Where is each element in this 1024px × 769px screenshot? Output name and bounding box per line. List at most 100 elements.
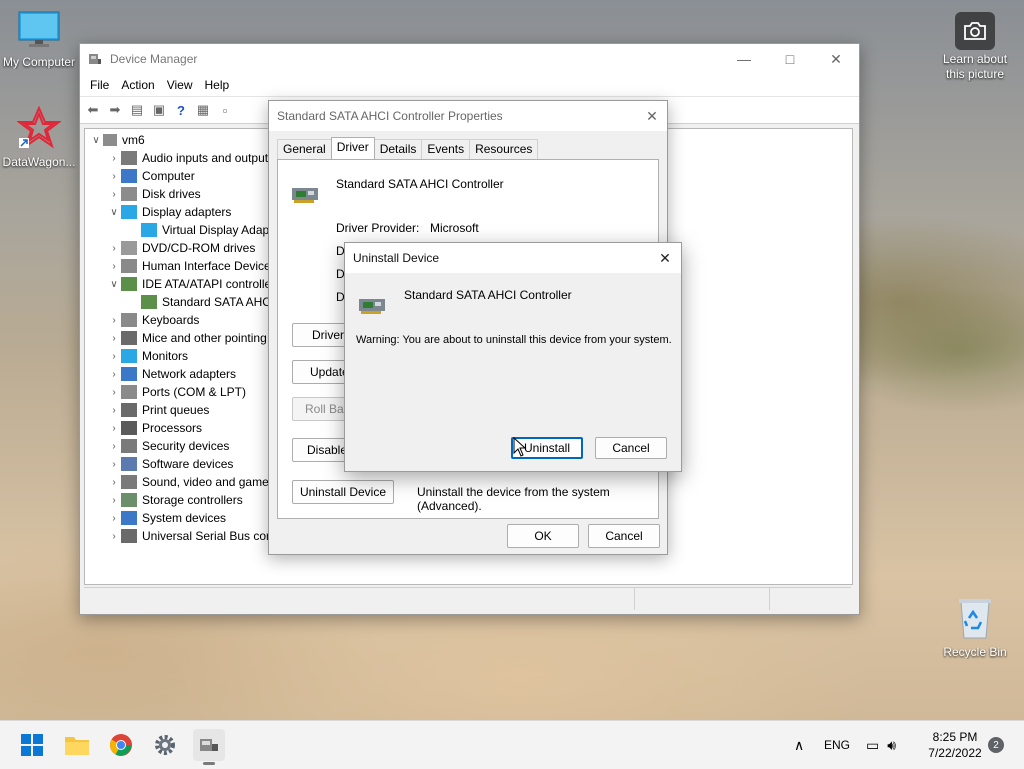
chevron-right-icon[interactable]: › (107, 351, 121, 362)
forward-arrow-icon[interactable]: ➡ (106, 101, 124, 119)
chevron-right-icon[interactable]: › (107, 315, 121, 326)
tab-general[interactable]: General (277, 139, 332, 160)
clock[interactable]: 8:25 PM 7/22/2022 (922, 721, 988, 769)
device-manager-icon (200, 739, 218, 751)
chevron-right-icon[interactable]: › (107, 459, 121, 470)
active-indicator (203, 762, 215, 765)
start-button[interactable] (16, 729, 48, 761)
tree-item[interactable]: › Human Interface Devices (107, 257, 277, 275)
menu-file[interactable]: File (84, 78, 115, 92)
tree-item[interactable]: › Storage controllers (107, 491, 243, 509)
folder-icon (65, 737, 89, 755)
tree-item[interactable]: › Ports (COM & LPT) (107, 383, 246, 401)
chevron-right-icon[interactable]: › (107, 441, 121, 452)
back-arrow-icon[interactable]: ⬅ (84, 101, 102, 119)
chevron-right-icon[interactable]: › (107, 531, 121, 542)
desktop-icon-recycle-bin[interactable]: Recycle Bin (936, 596, 1014, 659)
close-button[interactable]: ✕ (637, 101, 667, 131)
chevron-right-icon[interactable]: › (107, 387, 121, 398)
chevron-right-icon[interactable]: › (107, 369, 121, 380)
cancel-button[interactable]: Cancel (588, 524, 660, 548)
minimize-button[interactable]: — (721, 44, 767, 74)
chevron-right-icon[interactable]: › (107, 333, 121, 344)
tree-item[interactable]: › Software devices (107, 455, 233, 473)
tree-item[interactable]: › Disk drives (107, 185, 201, 203)
tree-item[interactable]: › DVD/CD-ROM drives (107, 239, 255, 257)
tree-item[interactable]: › Network adapters (107, 365, 236, 383)
cancel-button[interactable]: Cancel (595, 437, 667, 459)
tree-item[interactable]: › Print queues (107, 401, 209, 419)
show-hide-console-icon[interactable]: ▣ (150, 101, 168, 119)
tree-item[interactable]: › Processors (107, 419, 202, 437)
device-manager-titlebar[interactable]: Device Manager — □ ✕ (80, 44, 859, 74)
tab-driver[interactable]: Driver (330, 137, 375, 160)
chevron-down-icon[interactable]: ∨ (107, 279, 121, 290)
system-tray-icons[interactable]: ▭ 🔊︎ (866, 721, 896, 769)
windows-logo-icon (21, 734, 43, 756)
chevron-down-icon[interactable]: ∨ (107, 207, 121, 218)
tree-item[interactable]: › System devices (107, 509, 226, 527)
tab-events[interactable]: Events (421, 139, 471, 160)
tree-item-label: Ports (COM & LPT) (142, 385, 247, 399)
learn-about-label: Learn about this picture (942, 52, 1008, 81)
tree-item[interactable]: › Security devices (107, 437, 229, 455)
menu-action[interactable]: Action (115, 78, 160, 92)
tree-item-label: Print queues (142, 403, 210, 417)
tree-root[interactable]: ∨ vm6 (89, 131, 144, 149)
chevron-right-icon[interactable]: › (107, 477, 121, 488)
input-language[interactable]: ENG (824, 721, 850, 769)
tree-item-label: Computer (142, 169, 195, 183)
tab-details[interactable]: Details (373, 139, 423, 160)
status-bar (84, 587, 851, 610)
chevron-right-icon[interactable]: › (107, 189, 121, 200)
tree-item[interactable]: › Keyboards (107, 311, 199, 329)
chevron-right-icon[interactable]: › (107, 153, 121, 164)
device-manager-taskbar-button[interactable] (193, 729, 225, 765)
tree-item[interactable]: › Monitors (107, 347, 188, 365)
show-hidden-icons-button[interactable]: ∧ (794, 721, 804, 769)
learn-about-picture[interactable]: Learn about this picture (934, 12, 1016, 82)
chevron-right-icon[interactable]: › (107, 243, 121, 254)
computer-icon[interactable]: ▫ (216, 101, 234, 119)
file-explorer-button[interactable] (61, 729, 93, 761)
tree-item[interactable]: ∨ Display adapters (107, 203, 231, 221)
chevron-right-icon[interactable]: › (107, 171, 121, 182)
properties-titlebar[interactable]: Standard SATA AHCI Controller Properties… (269, 101, 667, 131)
controller-card-icon (359, 299, 385, 314)
uninstall-titlebar[interactable]: Uninstall Device ✕ (345, 243, 681, 273)
tree-item[interactable]: Virtual Display Adapter (127, 221, 283, 239)
chevron-right-icon[interactable]: › (107, 405, 121, 416)
device-category-icon (121, 457, 137, 471)
menu-help[interactable]: Help (199, 78, 236, 92)
close-button[interactable]: ✕ (813, 44, 859, 74)
computer-icon (103, 134, 117, 146)
chevron-right-icon[interactable]: › (107, 261, 121, 272)
network-icon: ▭ (866, 736, 880, 753)
uninstall-device-button[interactable]: Uninstall Device (292, 480, 394, 504)
tree-item-label: IDE ATA/ATAPI controllers (142, 277, 282, 291)
maximize-button[interactable]: □ (767, 44, 813, 74)
settings-button[interactable] (149, 729, 181, 761)
chevron-right-icon[interactable]: › (107, 423, 121, 434)
tab-resources[interactable]: Resources (469, 139, 539, 160)
notification-badge[interactable]: 2 (988, 737, 1004, 753)
chevron-down-icon[interactable]: ∨ (89, 135, 103, 146)
desktop-icon-datawagon[interactable]: DataWagon... (0, 105, 78, 169)
chevron-right-icon[interactable]: › (107, 495, 121, 506)
scan-hardware-icon[interactable]: ▦ (194, 101, 212, 119)
help-icon[interactable]: ? (172, 101, 190, 119)
device-category-icon (121, 439, 137, 453)
desktop-icon-label: Recycle Bin (943, 645, 1007, 659)
chrome-button[interactable] (105, 729, 137, 761)
tree-item[interactable]: › Audio inputs and outputs (107, 149, 274, 167)
properties-sheet-icon[interactable]: ▤ (128, 101, 146, 119)
desktop-icon-my-computer[interactable]: My Computer (0, 10, 78, 69)
tree-item[interactable]: › Computer (107, 167, 195, 185)
chevron-right-icon[interactable]: › (107, 513, 121, 524)
ok-button[interactable]: OK (507, 524, 579, 548)
tree-item[interactable]: ∨ IDE ATA/ATAPI controllers (107, 275, 281, 293)
close-button[interactable]: ✕ (649, 243, 681, 273)
device-manager-app-icon (89, 54, 101, 64)
taskbar: ∧ ENG ▭ 🔊︎ 8:25 PM 7/22/2022 2 (0, 720, 1024, 769)
menu-view[interactable]: View (161, 78, 199, 92)
